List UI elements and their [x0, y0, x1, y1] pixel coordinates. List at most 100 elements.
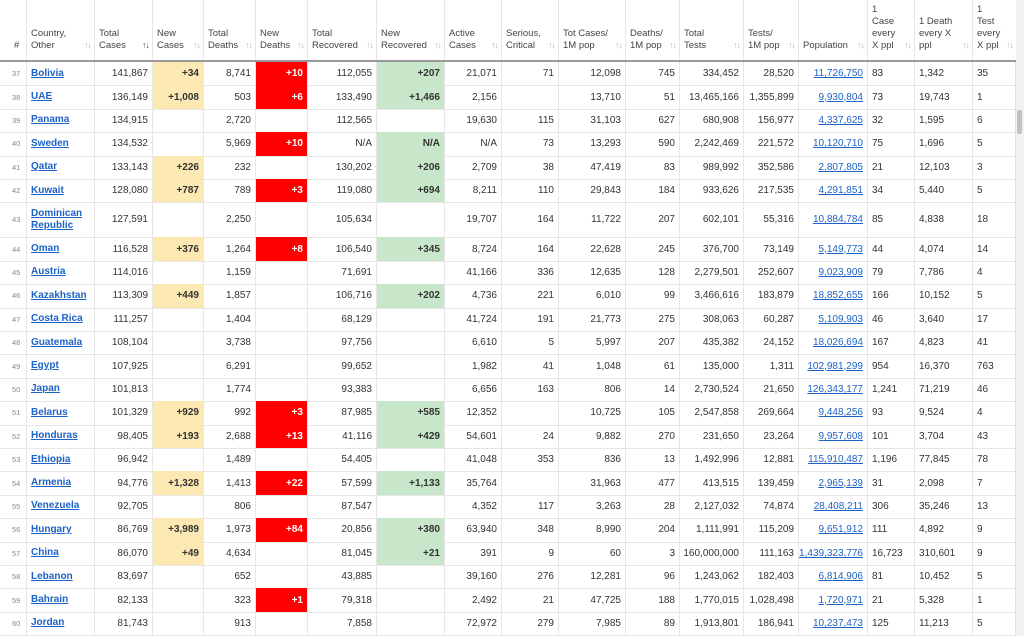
- cell-total-cases: 114,016: [112, 266, 148, 278]
- country-link[interactable]: Hungary: [31, 524, 72, 536]
- sort-icon[interactable]: ↑↓: [669, 39, 677, 51]
- sort-icon[interactable]: ↑↓: [615, 39, 623, 51]
- country-link[interactable]: Ethiopia: [31, 454, 70, 466]
- population-link[interactable]: 6,814,906: [819, 571, 864, 582]
- scrollbar-thumb[interactable]: [1017, 110, 1022, 134]
- country-link[interactable]: Qatar: [31, 161, 57, 173]
- population-link[interactable]: 1,439,323,776: [799, 548, 863, 559]
- table-cell: 52: [0, 425, 26, 448]
- country-link[interactable]: Bahrain: [31, 594, 68, 606]
- population-link[interactable]: 9,930,804: [819, 92, 864, 103]
- country-link[interactable]: Costa Rica: [31, 313, 83, 325]
- country-link[interactable]: Japan: [31, 383, 60, 395]
- table-cell: 2,720: [203, 108, 255, 133]
- table-cell: 41,048: [444, 448, 501, 472]
- country-link[interactable]: Panama: [31, 114, 69, 126]
- country-link[interactable]: Dominican Republic: [31, 208, 90, 232]
- header-case-every[interactable]: 1 Case every X ppl ↑↓: [867, 0, 914, 60]
- population-link[interactable]: 9,023,909: [819, 267, 864, 278]
- population-link[interactable]: 9,651,912: [819, 524, 864, 535]
- population-link[interactable]: 1,720,971: [819, 595, 864, 606]
- sort-icon[interactable]: ↑↓: [142, 39, 150, 51]
- header-deaths-1m[interactable]: Deaths/ 1M pop ↑↓: [625, 0, 679, 60]
- population-link[interactable]: 10,237,473: [813, 618, 863, 629]
- header-new-recovered[interactable]: New Recovered ↑↓: [376, 0, 444, 60]
- population-link[interactable]: 126,343,177: [807, 384, 863, 395]
- population-link[interactable]: 102,981,299: [807, 361, 863, 372]
- sort-icon[interactable]: ↑↓: [366, 39, 374, 51]
- country-link[interactable]: China: [31, 547, 59, 559]
- country-link[interactable]: Honduras: [31, 430, 78, 442]
- header-cases-1m[interactable]: Tot Cases/ 1M pop ↑↓: [558, 0, 625, 60]
- population-link[interactable]: 10,120,710: [813, 138, 863, 149]
- header-serious[interactable]: Serious, Critical ↑↓: [501, 0, 558, 60]
- sort-icon[interactable]: ↑↓: [857, 39, 865, 51]
- population-link[interactable]: 2,807,805: [819, 162, 864, 173]
- population-link[interactable]: 9,448,256: [819, 407, 864, 418]
- header-new-deaths[interactable]: New Deaths ↑↓: [255, 0, 307, 60]
- population-link[interactable]: 5,149,773: [819, 244, 864, 255]
- cell-total-deaths: 5,969: [225, 138, 251, 150]
- population-link[interactable]: 115,910,487: [808, 454, 863, 465]
- country-link[interactable]: Kazakhstan: [31, 290, 87, 302]
- sort-icon[interactable]: ↑↓: [904, 39, 912, 51]
- header-population[interactable]: Population ↑↓: [798, 0, 867, 60]
- cell-deaths-1m: 477: [658, 477, 675, 489]
- population-link[interactable]: 9,957,608: [819, 431, 864, 442]
- header-death-every[interactable]: 1 Death every X ppl ↑↓: [914, 0, 972, 60]
- header-tests-1m[interactable]: Tests/ 1M pop ↑↓: [743, 0, 798, 60]
- table-cell: +694: [376, 179, 444, 203]
- cell-new-recovered: +202: [417, 290, 440, 302]
- header-total-cases[interactable]: Total Cases ↑↓: [94, 0, 152, 60]
- population-link[interactable]: 18,026,694: [813, 337, 863, 348]
- table-cell: 21: [867, 588, 914, 612]
- country-link[interactable]: Austria: [31, 266, 65, 278]
- country-link[interactable]: Venezuela: [31, 500, 79, 512]
- sort-icon[interactable]: ↑↓: [434, 39, 442, 51]
- sort-icon[interactable]: ↑↓: [193, 39, 201, 51]
- vertical-scrollbar[interactable]: [1015, 0, 1024, 636]
- cell-tests: 602,101: [702, 214, 739, 226]
- sort-icon[interactable]: ↑↓: [548, 39, 556, 51]
- sort-icon[interactable]: ↑↓: [788, 39, 796, 51]
- header-new-cases[interactable]: New Cases ↑↓: [152, 0, 203, 60]
- country-link[interactable]: Oman: [31, 243, 59, 255]
- header-test-every[interactable]: 1 Test every X ppl ↑↓: [972, 0, 1016, 60]
- country-link[interactable]: Belarus: [31, 407, 68, 419]
- sort-icon[interactable]: ↑↓: [962, 39, 970, 51]
- sort-icon[interactable]: ↑↓: [1006, 39, 1014, 51]
- cell-cases-1m: 29,843: [590, 185, 621, 197]
- cell-case-every: 21: [872, 594, 884, 606]
- population-link[interactable]: 18,852,655: [813, 290, 863, 301]
- country-link[interactable]: Sweden: [31, 138, 69, 150]
- country-link[interactable]: Jordan: [31, 617, 64, 629]
- sort-icon[interactable]: ↑↓: [733, 39, 741, 51]
- country-link[interactable]: Bolivia: [31, 68, 64, 80]
- population-link[interactable]: 11,726,750: [814, 68, 863, 79]
- country-link[interactable]: UAE: [31, 91, 52, 103]
- header-total-deaths[interactable]: Total Deaths ↑↓: [203, 0, 255, 60]
- sort-icon[interactable]: ↑↓: [491, 39, 499, 51]
- header-country[interactable]: Country, Other ↑↓: [26, 0, 94, 60]
- country-link[interactable]: Guatemala: [31, 337, 82, 349]
- table-cell: [255, 611, 307, 636]
- sort-icon[interactable]: ↑↓: [245, 39, 253, 51]
- country-link[interactable]: Kuwait: [31, 185, 64, 197]
- population-link[interactable]: 2,965,139: [819, 478, 864, 489]
- sort-icon[interactable]: ↑↓: [297, 39, 305, 51]
- header-total-recovered[interactable]: Total Recovered ↑↓: [307, 0, 376, 60]
- table-cell: 12,281: [558, 565, 625, 589]
- country-link[interactable]: Lebanon: [31, 571, 73, 583]
- population-link[interactable]: 4,337,625: [819, 115, 864, 126]
- population-link[interactable]: 10,884,784: [813, 214, 863, 225]
- header-active[interactable]: Active Cases ↑↓: [444, 0, 501, 60]
- country-link[interactable]: Egypt: [31, 360, 59, 372]
- population-link[interactable]: 4,291,851: [819, 185, 864, 196]
- sort-icon[interactable]: ↑↓: [84, 39, 92, 51]
- header-tests[interactable]: Total Tests ↑↓: [679, 0, 743, 60]
- table-cell: 9,651,912: [798, 518, 867, 542]
- cell-death-every: 2,098: [919, 477, 945, 489]
- country-link[interactable]: Armenia: [31, 477, 71, 489]
- population-link[interactable]: 5,109,903: [819, 314, 864, 325]
- population-link[interactable]: 28,408,211: [814, 501, 863, 512]
